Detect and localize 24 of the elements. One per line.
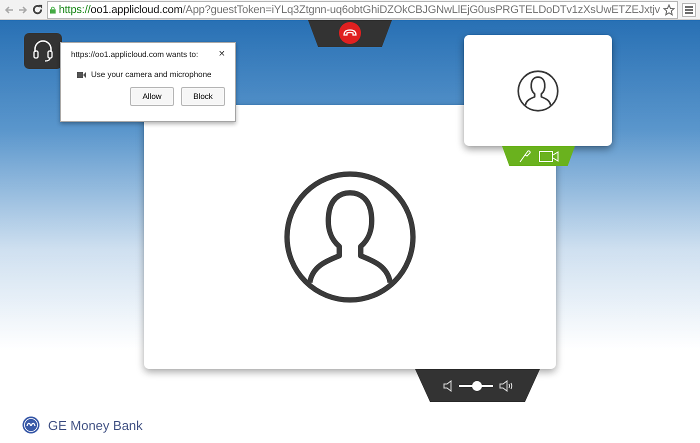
speaker-loud-icon[interactable] [498,380,512,392]
person-icon [283,170,417,304]
permission-origin: https://oo1.applicloud.com wants to: [71,50,198,59]
speaker-icon[interactable] [442,380,452,392]
allow-button[interactable]: Allow [130,87,174,106]
microphone-icon[interactable] [518,149,530,163]
star-icon[interactable] [663,4,675,16]
close-button[interactable]: × [218,49,225,60]
url-text: https://oo1.applicloud.com/App?guestToken=iYLq3Ztgnn-uq6obtGhiDZOkCBJGNwLlEjG0usPRGTELDoDTv1zXsUwETZEJxtjv [58,4,660,16]
permission-request: Use your camera and microphone [91,70,212,79]
menu-icon[interactable] [682,2,696,16]
brand-name: GE Money Bank [48,418,143,432]
block-button[interactable]: Block [181,87,225,106]
logo-icon [22,416,40,434]
headset-icon [32,39,54,63]
phone-icon [343,29,357,37]
person-icon [517,70,559,112]
reload-icon[interactable] [32,4,43,15]
address-bar[interactable]: https://oo1.applicloud.com/App?guestToken=iYLq3Ztgnn-uq6obtGhiDZOkCBJGNwLlEjG0usPRGTELDoDTv1zXsUwETZEJxtjv [47,0,678,18]
headset-button[interactable] [24,33,62,69]
lock-icon [50,4,56,14]
slider-thumb[interactable] [472,380,482,390]
video-camera-icon[interactable] [538,150,558,162]
camera-icon [77,72,86,78]
